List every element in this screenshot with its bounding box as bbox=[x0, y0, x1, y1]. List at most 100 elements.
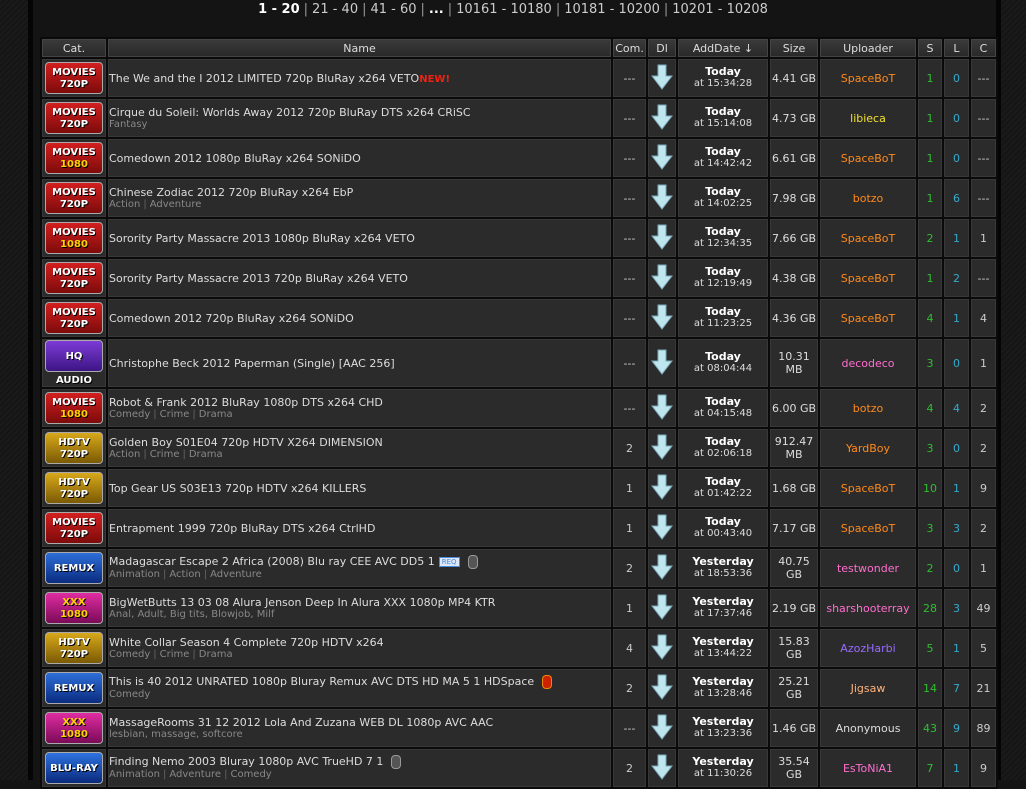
genre-link[interactable]: Anal, Adult, Big tits, Blowjob, Milf bbox=[109, 609, 274, 620]
uploader-link[interactable]: SpaceBoT bbox=[841, 232, 896, 245]
download-arrow-icon[interactable] bbox=[650, 714, 674, 740]
download-arrow-icon[interactable] bbox=[650, 144, 674, 170]
seeders-count[interactable]: 1 bbox=[918, 259, 942, 297]
comments-count[interactable]: --- bbox=[613, 219, 646, 257]
leechers-count[interactable]: 1 bbox=[944, 469, 969, 507]
category-badge[interactable]: BLU-RAY bbox=[45, 752, 103, 784]
genre-link[interactable]: Crime bbox=[160, 649, 190, 660]
uploader-link[interactable]: EsToNiA1 bbox=[843, 762, 893, 775]
genre-link[interactable]: Drama bbox=[199, 649, 233, 660]
comments-count[interactable]: --- bbox=[613, 179, 646, 217]
leechers-count[interactable]: 3 bbox=[944, 509, 969, 547]
uploader-link[interactable]: Jigsaw bbox=[851, 682, 886, 695]
torrent-name-link[interactable]: Golden Boy S01E04 720p HDTV X264 DIMENSI… bbox=[109, 436, 383, 449]
comments-count[interactable]: --- bbox=[613, 59, 646, 97]
seeders-count[interactable]: 1 bbox=[918, 59, 942, 97]
seeders-count[interactable]: 4 bbox=[918, 389, 942, 427]
download-arrow-icon[interactable] bbox=[650, 434, 674, 460]
torrent-name-link[interactable]: Christophe Beck 2012 Paperman (Single) [… bbox=[109, 357, 395, 370]
genre-link[interactable]: Action bbox=[169, 569, 200, 580]
comments-count[interactable]: --- bbox=[613, 389, 646, 427]
category-badge[interactable]: HDTV 720P bbox=[45, 472, 103, 504]
col-leechers[interactable]: L bbox=[944, 39, 969, 57]
seeders-count[interactable]: 4 bbox=[918, 299, 942, 337]
uploader-link[interactable]: sharshooterray bbox=[826, 602, 909, 615]
comments-count[interactable]: --- bbox=[613, 139, 646, 177]
genre-link[interactable]: Fantasy bbox=[109, 119, 147, 130]
torrent-name-link[interactable]: BigWetButts 13 03 08 Alura Jenson Deep I… bbox=[109, 596, 495, 609]
uploader-link[interactable]: YardBoy bbox=[846, 442, 890, 455]
seeders-count[interactable]: 2 bbox=[918, 219, 942, 257]
category-badge[interactable]: MOVIES 720P bbox=[45, 512, 103, 544]
comments-count[interactable]: 2 bbox=[613, 429, 646, 467]
category-badge[interactable]: MOVIES 1080 bbox=[45, 392, 103, 424]
seeders-count[interactable]: 1 bbox=[918, 139, 942, 177]
torrent-name-link[interactable]: MassageRooms 31 12 2012 Lola And Zuzana … bbox=[109, 716, 493, 729]
category-badge[interactable]: REMUX bbox=[45, 672, 103, 704]
page-link[interactable]: 10181 - 10200 bbox=[564, 2, 660, 17]
comments-count[interactable]: --- bbox=[613, 259, 646, 297]
download-arrow-icon[interactable] bbox=[650, 474, 674, 500]
genre-link[interactable]: Comedy bbox=[230, 769, 271, 780]
download-arrow-icon[interactable] bbox=[650, 64, 674, 90]
category-badge[interactable]: MOVIES 720P bbox=[45, 262, 103, 294]
seeders-count[interactable]: 5 bbox=[918, 629, 942, 667]
torrent-name-link[interactable]: Finding Nemo 2003 Bluray 1080p AVC TrueH… bbox=[109, 755, 383, 768]
seeders-count[interactable]: 3 bbox=[918, 429, 942, 467]
comments-count[interactable]: 4 bbox=[613, 629, 646, 667]
torrent-name-link[interactable]: Sorority Party Massacre 2013 720p BluRay… bbox=[109, 272, 408, 285]
page-current[interactable]: 1 - 20 bbox=[258, 2, 300, 17]
leechers-count[interactable]: 0 bbox=[944, 549, 969, 587]
comments-count[interactable]: 1 bbox=[613, 509, 646, 547]
download-arrow-icon[interactable] bbox=[650, 349, 674, 375]
seeders-count[interactable]: 2 bbox=[918, 549, 942, 587]
torrent-name-link[interactable]: This is 40 2012 UNRATED 1080p Bluray Rem… bbox=[109, 675, 534, 688]
seeders-count[interactable]: 28 bbox=[918, 589, 942, 627]
uploader-link[interactable]: botzo bbox=[853, 192, 884, 205]
comments-count[interactable]: 2 bbox=[613, 549, 646, 587]
torrent-name-link[interactable]: Robot & Frank 2012 BluRay 1080p DTS x264… bbox=[109, 396, 383, 409]
page-link[interactable]: 21 - 40 bbox=[312, 2, 358, 17]
download-arrow-icon[interactable] bbox=[650, 554, 674, 580]
col-name[interactable]: Name bbox=[108, 39, 611, 57]
torrent-name-link[interactable]: Comedown 2012 720p BluRay x264 SONiDO bbox=[109, 312, 354, 325]
torrent-name-link[interactable]: Chinese Zodiac 2012 720p BluRay x264 EbP bbox=[109, 186, 353, 199]
genre-link[interactable]: lesbian, massage, softcore bbox=[109, 729, 243, 740]
genre-link[interactable]: Adventure bbox=[150, 199, 202, 210]
category-badge[interactable]: XXX 1080 bbox=[45, 712, 103, 744]
col-adddate[interactable]: AddDate ↓ bbox=[678, 39, 768, 57]
leechers-count[interactable]: 1 bbox=[944, 749, 969, 787]
category-badge[interactable]: HDTV 720P bbox=[45, 632, 103, 664]
download-arrow-icon[interactable] bbox=[650, 264, 674, 290]
genre-link[interactable]: Crime bbox=[150, 449, 180, 460]
seeders-count[interactable]: 3 bbox=[918, 339, 942, 387]
seeders-count[interactable]: 43 bbox=[918, 709, 942, 747]
col-size[interactable]: Size bbox=[770, 39, 818, 57]
leechers-count[interactable]: 1 bbox=[944, 629, 969, 667]
category-badge[interactable]: MOVIES 1080 bbox=[45, 222, 103, 254]
torrent-name-link[interactable]: Entrapment 1999 720p BluRay DTS x264 Ctr… bbox=[109, 522, 375, 535]
download-arrow-icon[interactable] bbox=[650, 184, 674, 210]
category-badge[interactable]: MOVIES 720P bbox=[45, 182, 103, 214]
torrent-name-link[interactable]: Madagascar Escape 2 Africa (2008) Blu ra… bbox=[109, 555, 435, 568]
seeders-count[interactable]: 10 bbox=[918, 469, 942, 507]
leechers-count[interactable]: 7 bbox=[944, 669, 969, 707]
torrent-name-link[interactable]: Sorority Party Massacre 2013 1080p BluRa… bbox=[109, 232, 415, 245]
category-badge[interactable]: XXX 1080 bbox=[45, 592, 103, 624]
comments-count[interactable]: 1 bbox=[613, 469, 646, 507]
uploader-link[interactable]: SpaceBoT bbox=[841, 72, 896, 85]
seeders-count[interactable]: 3 bbox=[918, 509, 942, 547]
download-arrow-icon[interactable] bbox=[650, 104, 674, 130]
comments-count[interactable]: --- bbox=[613, 299, 646, 337]
torrent-name-link[interactable]: Cirque du Soleil: Worlds Away 2012 720p … bbox=[109, 106, 471, 119]
comments-count[interactable]: --- bbox=[613, 99, 646, 137]
page-link[interactable]: 41 - 60 bbox=[370, 2, 416, 17]
category-badge[interactable]: HDTV 720P bbox=[45, 432, 103, 464]
uploader-link[interactable]: decodeco bbox=[841, 357, 894, 370]
genre-link[interactable]: Animation bbox=[109, 569, 160, 580]
uploader-link[interactable]: testwonder bbox=[837, 562, 899, 575]
torrent-name-link[interactable]: The We and the I 2012 LIMITED 720p BluRa… bbox=[109, 72, 419, 85]
leechers-count[interactable]: 9 bbox=[944, 709, 969, 747]
genre-link[interactable]: Animation bbox=[109, 769, 160, 780]
seeders-count[interactable]: 1 bbox=[918, 99, 942, 137]
